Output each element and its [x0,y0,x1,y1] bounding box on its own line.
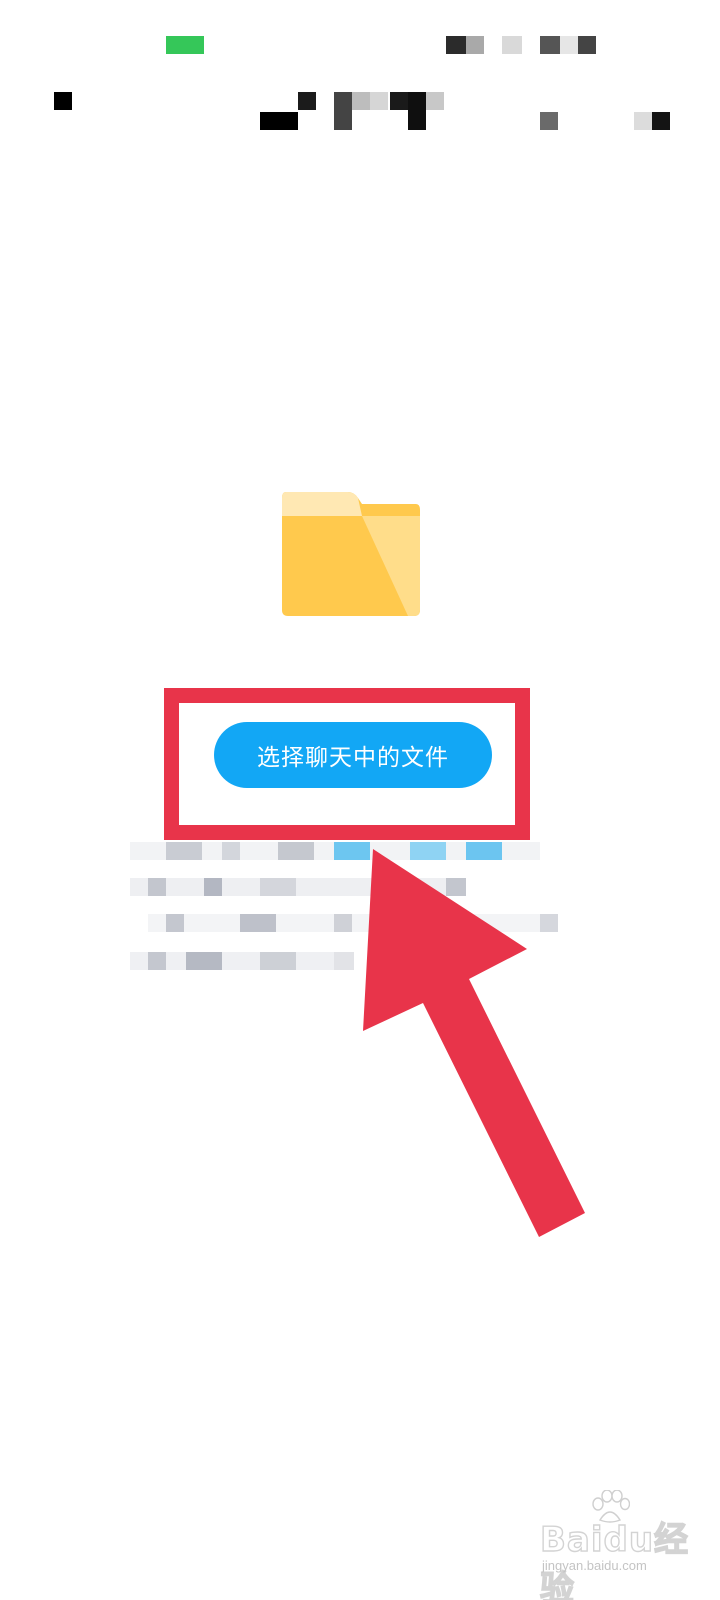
text-pixel [148,952,166,970]
back-icon[interactable] [54,92,72,110]
text-pixel [222,842,240,860]
status-icon [466,36,484,54]
text-pixel [148,878,166,896]
more-icon[interactable] [634,112,652,130]
header [0,80,720,160]
status-icon [502,36,522,54]
text-pixel [334,952,354,970]
text-pixel [260,952,296,970]
header-pixel [34,80,90,148]
header-title [260,112,298,130]
status-icon [540,36,560,54]
text-pixel [204,878,222,896]
header-title [298,92,316,110]
status-icon [560,36,578,54]
header-title [390,92,408,110]
folder-icon [282,492,420,616]
watermark-logo: Baidu经验 [539,1519,690,1600]
header-title [408,92,426,130]
status-icon [446,36,466,54]
text-pixel [166,914,184,932]
text-pixel [334,914,352,932]
header-title [334,92,352,130]
watermark-url: jingyan.baidu.com [542,1558,647,1573]
status-icon [578,36,596,54]
more-icon[interactable] [540,112,558,130]
text-pixel [166,842,202,860]
status-bar [0,0,720,80]
header-title [426,92,444,110]
baidu-watermark: Baidu经验 jingyan.baidu.com [539,1490,710,1600]
header-title [352,92,370,110]
header-title [370,92,388,110]
pointer-arrow-icon [363,849,585,1237]
text-pixel [186,952,222,970]
battery-indicator [166,36,204,54]
select-chat-files-button[interactable]: 选择聊天中的文件 [214,722,492,788]
text-pixel [260,878,296,896]
more-icon[interactable] [652,112,670,130]
text-pixel [240,914,276,932]
text-pixel [278,842,314,860]
